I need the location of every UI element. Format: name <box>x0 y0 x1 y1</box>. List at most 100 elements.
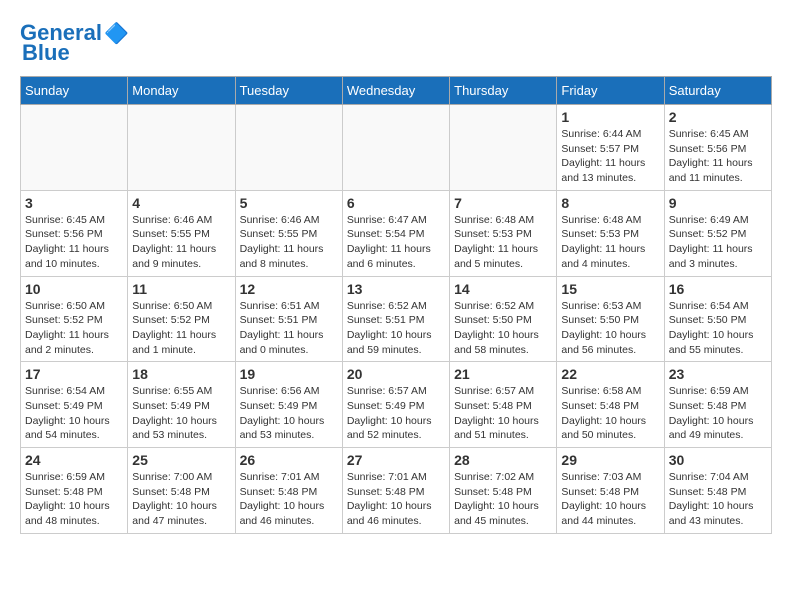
calendar-cell: 1 Sunrise: 6:44 AM Sunset: 5:57 PM Daylig… <box>557 105 664 191</box>
day-info: Sunrise: 6:54 AM Sunset: 5:49 PM Dayligh… <box>25 384 123 443</box>
calendar-cell <box>128 105 235 191</box>
calendar-header-row: SundayMondayTuesdayWednesdayThursdayFrid… <box>21 77 772 105</box>
day-number: 11 <box>132 281 230 297</box>
day-info: Sunrise: 6:50 AM Sunset: 5:52 PM Dayligh… <box>25 299 123 358</box>
weekday-header-monday: Monday <box>128 77 235 105</box>
day-info: Sunrise: 6:52 AM Sunset: 5:51 PM Dayligh… <box>347 299 445 358</box>
day-info: Sunrise: 6:52 AM Sunset: 5:50 PM Dayligh… <box>454 299 552 358</box>
calendar-cell: 30 Sunrise: 7:04 AM Sunset: 5:48 PM Dayli… <box>664 448 771 534</box>
day-info: Sunrise: 6:48 AM Sunset: 5:53 PM Dayligh… <box>454 213 552 272</box>
day-number: 1 <box>561 109 659 125</box>
calendar-cell <box>450 105 557 191</box>
calendar-cell: 25 Sunrise: 7:00 AM Sunset: 5:48 PM Dayli… <box>128 448 235 534</box>
page: General 🔷 Blue SundayMondayTuesdayWednes… <box>0 0 792 554</box>
day-number: 10 <box>25 281 123 297</box>
weekday-header-thursday: Thursday <box>450 77 557 105</box>
calendar-cell: 12Sunrise: 6:51 AM Sunset: 5:51 PM Dayli… <box>235 276 342 362</box>
day-number: 16 <box>669 281 767 297</box>
calendar-cell: 27 Sunrise: 7:01 AM Sunset: 5:48 PM Dayli… <box>342 448 449 534</box>
calendar-cell: 8Sunrise: 6:48 AM Sunset: 5:53 PM Daylig… <box>557 190 664 276</box>
day-info: Sunrise: 6:45 AM Sunset: 5:56 PM Dayligh… <box>25 213 123 272</box>
calendar-cell: 29 Sunrise: 7:03 AM Sunset: 5:48 PM Dayli… <box>557 448 664 534</box>
day-number: 30 <box>669 452 767 468</box>
calendar-week-row: 1 Sunrise: 6:44 AM Sunset: 5:57 PM Daylig… <box>21 105 772 191</box>
day-info: Sunrise: 6:56 AM Sunset: 5:49 PM Dayligh… <box>240 384 338 443</box>
calendar-cell: 17 Sunrise: 6:54 AM Sunset: 5:49 PM Dayli… <box>21 362 128 448</box>
day-info: Sunrise: 6:59 AM Sunset: 5:48 PM Dayligh… <box>669 384 767 443</box>
calendar-cell: 15 Sunrise: 6:53 AM Sunset: 5:50 PM Dayli… <box>557 276 664 362</box>
calendar-cell: 21 Sunrise: 6:57 AM Sunset: 5:48 PM Dayli… <box>450 362 557 448</box>
logo-bird-icon: 🔷 <box>104 21 129 46</box>
day-number: 2 <box>669 109 767 125</box>
day-number: 13 <box>347 281 445 297</box>
calendar-week-row: 17 Sunrise: 6:54 AM Sunset: 5:49 PM Dayli… <box>21 362 772 448</box>
day-number: 5 <box>240 195 338 211</box>
calendar-cell: 14 Sunrise: 6:52 AM Sunset: 5:50 PM Dayli… <box>450 276 557 362</box>
calendar-cell: 9 Sunrise: 6:49 AM Sunset: 5:52 PM Daylig… <box>664 190 771 276</box>
day-info: Sunrise: 7:02 AM Sunset: 5:48 PM Dayligh… <box>454 470 552 529</box>
day-info: Sunrise: 6:44 AM Sunset: 5:57 PM Dayligh… <box>561 127 659 186</box>
weekday-header-tuesday: Tuesday <box>235 77 342 105</box>
logo-blue: Blue <box>20 40 70 66</box>
day-info: Sunrise: 6:53 AM Sunset: 5:50 PM Dayligh… <box>561 299 659 358</box>
day-number: 23 <box>669 366 767 382</box>
day-number: 26 <box>240 452 338 468</box>
day-number: 7 <box>454 195 552 211</box>
calendar-cell: 6 Sunrise: 6:47 AM Sunset: 5:54 PM Daylig… <box>342 190 449 276</box>
calendar-cell: 11Sunrise: 6:50 AM Sunset: 5:52 PM Dayli… <box>128 276 235 362</box>
calendar-cell: 20Sunrise: 6:57 AM Sunset: 5:49 PM Dayli… <box>342 362 449 448</box>
calendar-cell: 28Sunrise: 7:02 AM Sunset: 5:48 PM Dayli… <box>450 448 557 534</box>
day-number: 21 <box>454 366 552 382</box>
day-info: Sunrise: 6:59 AM Sunset: 5:48 PM Dayligh… <box>25 470 123 529</box>
calendar-cell: 24 Sunrise: 6:59 AM Sunset: 5:48 PM Dayli… <box>21 448 128 534</box>
day-number: 15 <box>561 281 659 297</box>
day-info: Sunrise: 6:58 AM Sunset: 5:48 PM Dayligh… <box>561 384 659 443</box>
weekday-header-sunday: Sunday <box>21 77 128 105</box>
calendar-cell <box>235 105 342 191</box>
day-number: 19 <box>240 366 338 382</box>
calendar-cell: 5 Sunrise: 6:46 AM Sunset: 5:55 PM Daylig… <box>235 190 342 276</box>
calendar-cell <box>21 105 128 191</box>
calendar-cell: 3Sunrise: 6:45 AM Sunset: 5:56 PM Daylig… <box>21 190 128 276</box>
day-number: 4 <box>132 195 230 211</box>
calendar-cell: 19 Sunrise: 6:56 AM Sunset: 5:49 PM Dayli… <box>235 362 342 448</box>
header: General 🔷 Blue <box>20 20 772 66</box>
day-info: Sunrise: 7:03 AM Sunset: 5:48 PM Dayligh… <box>561 470 659 529</box>
day-info: Sunrise: 6:46 AM Sunset: 5:55 PM Dayligh… <box>132 213 230 272</box>
day-number: 14 <box>454 281 552 297</box>
day-info: Sunrise: 6:47 AM Sunset: 5:54 PM Dayligh… <box>347 213 445 272</box>
weekday-header-friday: Friday <box>557 77 664 105</box>
day-info: Sunrise: 6:45 AM Sunset: 5:56 PM Dayligh… <box>669 127 767 186</box>
day-info: Sunrise: 7:00 AM Sunset: 5:48 PM Dayligh… <box>132 470 230 529</box>
day-number: 27 <box>347 452 445 468</box>
calendar-cell: 16 Sunrise: 6:54 AM Sunset: 5:50 PM Dayli… <box>664 276 771 362</box>
day-number: 18 <box>132 366 230 382</box>
day-number: 6 <box>347 195 445 211</box>
calendar-cell: 7 Sunrise: 6:48 AM Sunset: 5:53 PM Daylig… <box>450 190 557 276</box>
calendar-week-row: 24 Sunrise: 6:59 AM Sunset: 5:48 PM Dayli… <box>21 448 772 534</box>
calendar-cell: 2 Sunrise: 6:45 AM Sunset: 5:56 PM Daylig… <box>664 105 771 191</box>
day-info: Sunrise: 6:54 AM Sunset: 5:50 PM Dayligh… <box>669 299 767 358</box>
calendar-cell: 23 Sunrise: 6:59 AM Sunset: 5:48 PM Dayli… <box>664 362 771 448</box>
day-info: Sunrise: 7:01 AM Sunset: 5:48 PM Dayligh… <box>347 470 445 529</box>
day-info: Sunrise: 6:55 AM Sunset: 5:49 PM Dayligh… <box>132 384 230 443</box>
day-number: 9 <box>669 195 767 211</box>
day-info: Sunrise: 6:57 AM Sunset: 5:48 PM Dayligh… <box>454 384 552 443</box>
logo: General 🔷 Blue <box>20 20 129 66</box>
day-number: 12 <box>240 281 338 297</box>
day-info: Sunrise: 7:04 AM Sunset: 5:48 PM Dayligh… <box>669 470 767 529</box>
day-info: Sunrise: 7:01 AM Sunset: 5:48 PM Dayligh… <box>240 470 338 529</box>
calendar-cell: 26 Sunrise: 7:01 AM Sunset: 5:48 PM Dayli… <box>235 448 342 534</box>
day-info: Sunrise: 6:46 AM Sunset: 5:55 PM Dayligh… <box>240 213 338 272</box>
weekday-header-wednesday: Wednesday <box>342 77 449 105</box>
day-number: 25 <box>132 452 230 468</box>
day-number: 24 <box>25 452 123 468</box>
day-number: 17 <box>25 366 123 382</box>
calendar-table: SundayMondayTuesdayWednesdayThursdayFrid… <box>20 76 772 534</box>
day-info: Sunrise: 6:49 AM Sunset: 5:52 PM Dayligh… <box>669 213 767 272</box>
day-info: Sunrise: 6:48 AM Sunset: 5:53 PM Dayligh… <box>561 213 659 272</box>
calendar-cell: 18 Sunrise: 6:55 AM Sunset: 5:49 PM Dayli… <box>128 362 235 448</box>
day-number: 29 <box>561 452 659 468</box>
weekday-header-saturday: Saturday <box>664 77 771 105</box>
day-info: Sunrise: 6:57 AM Sunset: 5:49 PM Dayligh… <box>347 384 445 443</box>
